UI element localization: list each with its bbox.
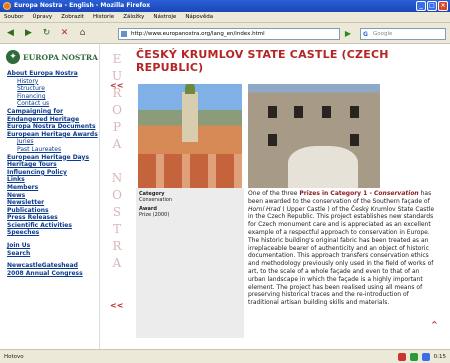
page-viewport: ✦ EUROPA NOSTRA About Europa Nostra Histo… xyxy=(0,44,450,349)
sidebar-link[interactable]: Heritage Tours xyxy=(7,161,98,169)
sidebar-link[interactable]: Links xyxy=(7,176,98,184)
reload-icon[interactable]: ↻ xyxy=(40,27,53,40)
status-icons: 0:15 xyxy=(397,350,446,363)
status-time: 0:15 xyxy=(433,354,446,360)
rock-shape xyxy=(288,146,358,188)
firefox-icon xyxy=(3,2,11,10)
window-titlebar: Europa Nostra - English - Mozilla Firefo… xyxy=(0,0,450,12)
status-text: Hotovo xyxy=(4,354,24,360)
back-icon[interactable]: ◀ xyxy=(4,27,17,40)
sidebar-link[interactable]: Influencing Policy xyxy=(7,169,98,177)
menu-item[interactable]: Historie xyxy=(93,12,114,22)
body-text-1: One of the three xyxy=(248,190,300,197)
sidebar-link[interactable]: Publications xyxy=(7,207,98,215)
menu-item[interactable]: Nástroje xyxy=(153,12,176,22)
castle-tower-shape xyxy=(182,84,198,142)
castle-town-photo xyxy=(138,84,242,188)
body-bold: Prizes in Category 1 - xyxy=(299,190,375,197)
menu-item[interactable]: Zobrazit xyxy=(61,12,84,22)
scroll-top-arrow-icon[interactable]: ^ xyxy=(431,320,438,329)
sidebar-link[interactable]: European Heritage Awards xyxy=(7,131,98,139)
sidebar-link[interactable]: Join Us xyxy=(7,242,98,250)
sidebar-link[interactable]: Speeches xyxy=(7,229,98,237)
sidebar-link[interactable]: Structure xyxy=(7,85,98,93)
menu-item[interactable]: Nápověda xyxy=(185,12,213,22)
article-body: One of the three Prizes in Category 1 - … xyxy=(248,190,438,307)
forward-icon[interactable]: ▶ xyxy=(22,27,35,40)
stop-icon[interactable]: ✕ xyxy=(58,27,71,40)
sidebar-link[interactable]: About Europa Nostra xyxy=(7,70,98,78)
sidebar-link[interactable]: Endangered Heritage xyxy=(7,116,98,124)
sidebar-link[interactable]: Newsletter xyxy=(7,199,98,207)
roofs-shape xyxy=(138,154,242,188)
sidebar-link[interactable]: History xyxy=(7,78,98,86)
page-icon xyxy=(121,31,127,37)
navigation-toolbar: ◀ ▶ ↻ ✕ ⌂ http://www.europanostra.org/la… xyxy=(0,22,450,44)
search-placeholder: Google xyxy=(373,31,393,37)
menu-bar: Soubor Úpravy Zobrazit Historie Záložky Nástr… xyxy=(0,12,450,22)
sidebar-link[interactable]: News xyxy=(7,192,98,200)
award-meta: Category Conservation Award Prize (2000) xyxy=(139,191,172,218)
logo-text: EUROPA NOSTRA xyxy=(23,52,98,62)
site-logo[interactable]: ✦ EUROPA NOSTRA xyxy=(6,50,98,64)
go-icon[interactable]: ▶ xyxy=(342,28,354,40)
sidebar-link[interactable]: Campaigning for xyxy=(7,108,98,116)
security-icon[interactable] xyxy=(409,353,418,361)
sidebar-link[interactable]: 2008 Annual Congress xyxy=(7,270,98,278)
body-italic: Horní Hrad xyxy=(248,205,281,213)
sidebar-link[interactable]: Juries xyxy=(7,138,98,146)
sidebar-link[interactable]: Press Releases xyxy=(7,214,98,222)
sidebar-link[interactable]: Europa Nostra Documents xyxy=(7,123,98,131)
castle-facade-photo xyxy=(248,84,380,188)
window-controls: _ □ × xyxy=(416,1,448,11)
sidebar-link[interactable]: Scientific Activities xyxy=(7,222,98,230)
window-title: Europa Nostra - English - Mozilla Firefo… xyxy=(14,2,151,9)
sidebar-link[interactable]: Members xyxy=(7,184,98,192)
sidebar-link[interactable]: NewcastleGateshead xyxy=(7,262,98,270)
award-value: Prize (2000) xyxy=(139,212,170,218)
maximize-button[interactable]: □ xyxy=(427,1,437,11)
address-url: http://www.europanostra.org/lang_en/inde… xyxy=(131,31,265,37)
page-title: ČESKÝ KRUMLOV STATE CASTLE (CZECH REPUBL… xyxy=(136,48,389,74)
sidebar-link[interactable]: Contact us xyxy=(7,100,98,108)
minimize-button[interactable]: _ xyxy=(416,1,426,11)
category-value: Conservation xyxy=(139,197,173,203)
sidebar-link[interactable]: Financing xyxy=(7,93,98,101)
adblock-icon[interactable] xyxy=(397,353,406,361)
sidebar-link[interactable]: European Heritage Days xyxy=(7,154,98,162)
watermark: EUROPA NOSTRA xyxy=(110,52,124,273)
menu-item[interactable]: Záložky xyxy=(123,12,144,22)
body-text-3: ( Upper Castle ) of the Český Krumlov St… xyxy=(248,205,435,307)
site-sidebar: ✦ EUROPA NOSTRA About Europa Nostra Histo… xyxy=(0,44,100,349)
status-bar: Hotovo 0:15 xyxy=(0,349,450,363)
back-arrow-bottom-icon[interactable]: << xyxy=(110,301,123,310)
extension-icon[interactable] xyxy=(421,353,430,361)
close-button[interactable]: × xyxy=(438,1,448,11)
address-bar[interactable]: http://www.europanostra.org/lang_en/inde… xyxy=(118,28,340,40)
sidebar-nav: About Europa Nostra History Structure Finan… xyxy=(7,70,98,277)
menu-item[interactable]: Soubor xyxy=(4,12,23,22)
menu-item[interactable]: Úpravy xyxy=(32,12,52,22)
google-icon: G xyxy=(363,31,368,38)
body-bold-italic: Conservation xyxy=(374,190,419,197)
sidebar-link[interactable]: Past Laureates xyxy=(7,146,98,154)
search-input[interactable]: G Google xyxy=(360,28,446,40)
sidebar-link[interactable]: Search xyxy=(7,250,98,258)
logo-star-icon: ✦ xyxy=(6,50,20,64)
home-icon[interactable]: ⌂ xyxy=(76,27,89,40)
